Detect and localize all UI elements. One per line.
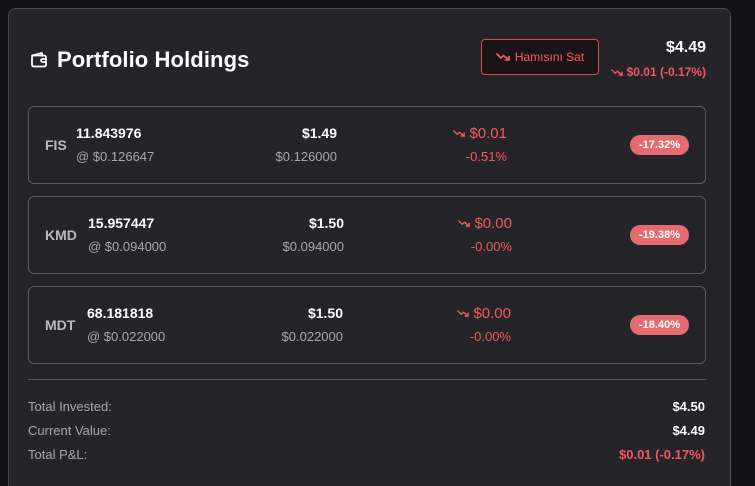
holding-value: $1.50 (308, 215, 344, 231)
trending-down-icon (458, 220, 471, 227)
holding-pnl: $0.00 (457, 305, 511, 322)
page-title: Portfolio Holdings (57, 47, 250, 72)
holding-pnl-percent: -0.00% (470, 239, 512, 254)
holding-value: $1.50 (307, 305, 343, 321)
portfolio-total-change: $0.01 (-0.17%) (610, 65, 706, 79)
trending-down-icon (610, 68, 623, 76)
holding-quantity: 11.843976 (76, 125, 142, 141)
holding-current-price: $0.022000 (281, 329, 343, 344)
total-pnl-value: $0.01 (-0.17%) (619, 447, 705, 462)
holding-row-fis[interactable]: FIS 11.843976 @ $0.126647 $1.49 $0.12600… (28, 106, 706, 184)
total-invested-value: $4.50 (672, 399, 705, 414)
holding-quantity: 68.181818 (87, 305, 154, 321)
holding-change-badge: -18.40% (630, 315, 689, 335)
holding-current-price: $0.126000 (275, 149, 337, 164)
holding-pnl-value: $0.00 (473, 305, 511, 322)
holding-change-badge: -17.32% (630, 135, 689, 155)
current-value-value: $4.49 (672, 423, 705, 438)
title-group: Portfolio Holdings (29, 47, 249, 73)
portfolio-total-value: $4.49 (665, 39, 706, 56)
holding-pnl: $0.01 (453, 125, 507, 142)
trending-down-icon (496, 53, 510, 61)
holding-pnl-value: $0.00 (474, 215, 512, 232)
holding-symbol: KMD (45, 227, 77, 243)
holding-symbol: FIS (45, 137, 67, 153)
holding-value: $1.49 (301, 125, 337, 141)
holding-pnl-value: $0.01 (469, 125, 507, 142)
holding-pnl: $0.00 (458, 215, 512, 232)
holding-row-kmd[interactable]: KMD 15.957447 @ $0.094000 $1.50 $0.09400… (28, 196, 706, 274)
trending-down-icon (457, 310, 470, 317)
total-pnl-label: Total P&L: (28, 447, 88, 462)
wallet-icon (29, 50, 49, 70)
total-invested-label: Total Invested: (28, 399, 112, 414)
trending-down-icon (453, 130, 466, 137)
portfolio-header: Portfolio Holdings Hamısını Sat $4.49 $0… (9, 9, 730, 105)
holding-symbol: MDT (45, 317, 76, 333)
summary-divider (28, 379, 706, 380)
holding-row-mdt[interactable]: MDT 68.181818 @ $0.022000 $1.50 $0.02200… (28, 286, 706, 364)
holding-avg-price: @ $0.022000 (87, 329, 166, 344)
portfolio-holdings-card: Portfolio Holdings Hamısını Sat $4.49 $0… (8, 8, 731, 486)
holding-quantity: 15.957447 (88, 215, 155, 231)
holding-pnl-percent: -0.51% (465, 149, 507, 164)
portfolio-total-change-text: $0.01 (-0.17%) (626, 65, 706, 79)
current-value-label: Current Value: (28, 423, 111, 438)
sell-all-label: Hamısını Sat (514, 50, 585, 64)
holding-avg-price: @ $0.094000 (88, 239, 167, 254)
holding-avg-price: @ $0.126647 (76, 149, 155, 164)
sell-all-button[interactable]: Hamısını Sat (481, 39, 599, 75)
holding-pnl-percent: -0.00% (469, 329, 511, 344)
holding-current-price: $0.094000 (282, 239, 344, 254)
holding-change-badge: -19.38% (630, 225, 689, 245)
